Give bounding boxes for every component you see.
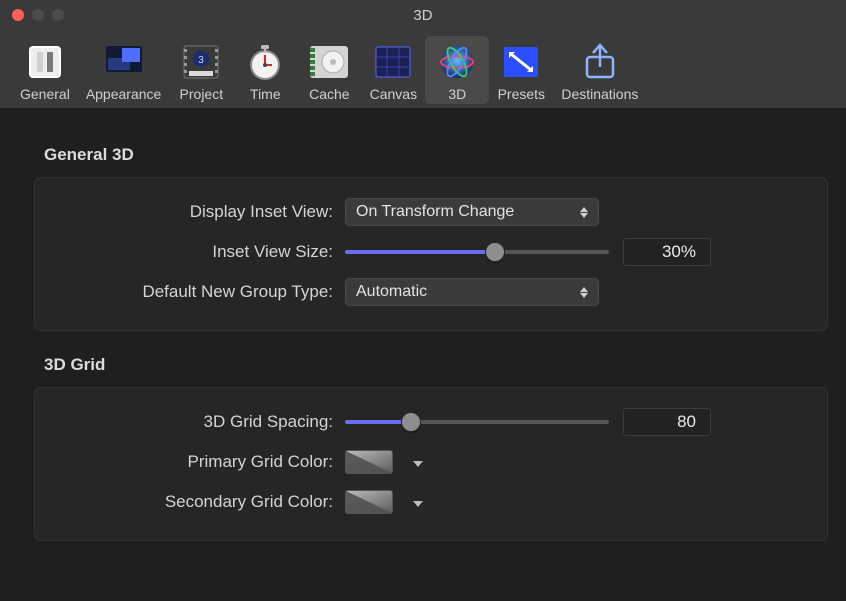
row-secondary-grid-color: Secondary Grid Color:: [49, 482, 801, 522]
window-close-button[interactable]: [12, 9, 24, 21]
popup-arrows-icon: [576, 199, 592, 225]
tab-label: Time: [250, 86, 281, 102]
project-icon: 3: [177, 40, 225, 84]
prefs-toolbar: General Appearance 3 Project: [0, 30, 846, 109]
window-traffic-lights: [0, 9, 64, 21]
popup-default-new-group-type[interactable]: Automatic: [345, 278, 599, 306]
time-icon: [241, 40, 289, 84]
prefs-content: General 3D Display Inset View: On Transf…: [0, 109, 846, 565]
slider-inset-view-size[interactable]: [345, 242, 609, 262]
svg-text:3: 3: [199, 55, 205, 66]
tab-label: Canvas: [370, 86, 417, 102]
tab-label: 3D: [448, 86, 466, 102]
row-default-new-group-type: Default New Group Type: Automatic: [49, 272, 801, 312]
value-inset-view-size[interactable]: 30%: [623, 238, 711, 266]
appearance-icon: [100, 40, 148, 84]
section-title-3d-grid: 3D Grid: [10, 337, 836, 387]
label-3d-grid-spacing: 3D Grid Spacing:: [49, 412, 345, 432]
chevron-down-icon[interactable]: [407, 455, 423, 470]
destinations-icon: [576, 40, 624, 84]
window-minimize-button[interactable]: [32, 9, 44, 21]
window-title: 3D: [0, 7, 846, 24]
label-secondary-grid-color: Secondary Grid Color:: [49, 492, 345, 512]
tab-project[interactable]: 3 Project: [169, 36, 233, 104]
window-zoom-button[interactable]: [52, 9, 64, 21]
popup-display-inset-view[interactable]: On Transform Change: [345, 198, 599, 226]
tab-presets[interactable]: Presets: [489, 36, 553, 104]
row-3d-grid-spacing: 3D Grid Spacing: 80: [49, 402, 801, 442]
popup-value: On Transform Change: [356, 203, 514, 221]
tab-label: Presets: [498, 86, 545, 102]
tab-label: Cache: [309, 86, 349, 102]
label-default-new-group-type: Default New Group Type:: [49, 282, 345, 302]
tab-destinations[interactable]: Destinations: [553, 36, 646, 104]
tab-label: General: [20, 86, 70, 102]
cache-icon: [305, 40, 353, 84]
colorwell-primary-grid-color[interactable]: [345, 450, 393, 474]
row-primary-grid-color: Primary Grid Color:: [49, 442, 801, 482]
general-icon: [21, 40, 69, 84]
popup-arrows-icon: [576, 279, 592, 305]
tab-label: Appearance: [86, 86, 162, 102]
tab-label: Project: [180, 86, 224, 102]
panel-general-3d: Display Inset View: On Transform Change …: [34, 177, 828, 331]
3d-icon: [433, 40, 481, 84]
tab-label: Destinations: [561, 86, 638, 102]
chevron-down-icon[interactable]: [407, 495, 423, 510]
tab-time[interactable]: Time: [233, 36, 297, 104]
colorwell-secondary-grid-color[interactable]: [345, 490, 393, 514]
row-display-inset-view: Display Inset View: On Transform Change: [49, 192, 801, 232]
tab-canvas[interactable]: Canvas: [361, 36, 425, 104]
titlebar: 3D: [0, 0, 846, 30]
panel-3d-grid: 3D Grid Spacing: 80 Primary Grid Color: …: [34, 387, 828, 541]
tab-3d[interactable]: 3D: [425, 36, 489, 104]
tab-cache[interactable]: Cache: [297, 36, 361, 104]
slider-3d-grid-spacing[interactable]: [345, 412, 609, 432]
tab-appearance[interactable]: Appearance: [78, 36, 170, 104]
section-title-general-3d: General 3D: [10, 127, 836, 177]
canvas-icon: [369, 40, 417, 84]
tab-general[interactable]: General: [12, 36, 78, 104]
label-primary-grid-color: Primary Grid Color:: [49, 452, 345, 472]
value-3d-grid-spacing[interactable]: 80: [623, 408, 711, 436]
presets-icon: [497, 40, 545, 84]
label-display-inset-view: Display Inset View:: [49, 202, 345, 222]
row-inset-view-size: Inset View Size: 30%: [49, 232, 801, 272]
popup-value: Automatic: [356, 283, 427, 301]
label-inset-view-size: Inset View Size:: [49, 242, 345, 262]
